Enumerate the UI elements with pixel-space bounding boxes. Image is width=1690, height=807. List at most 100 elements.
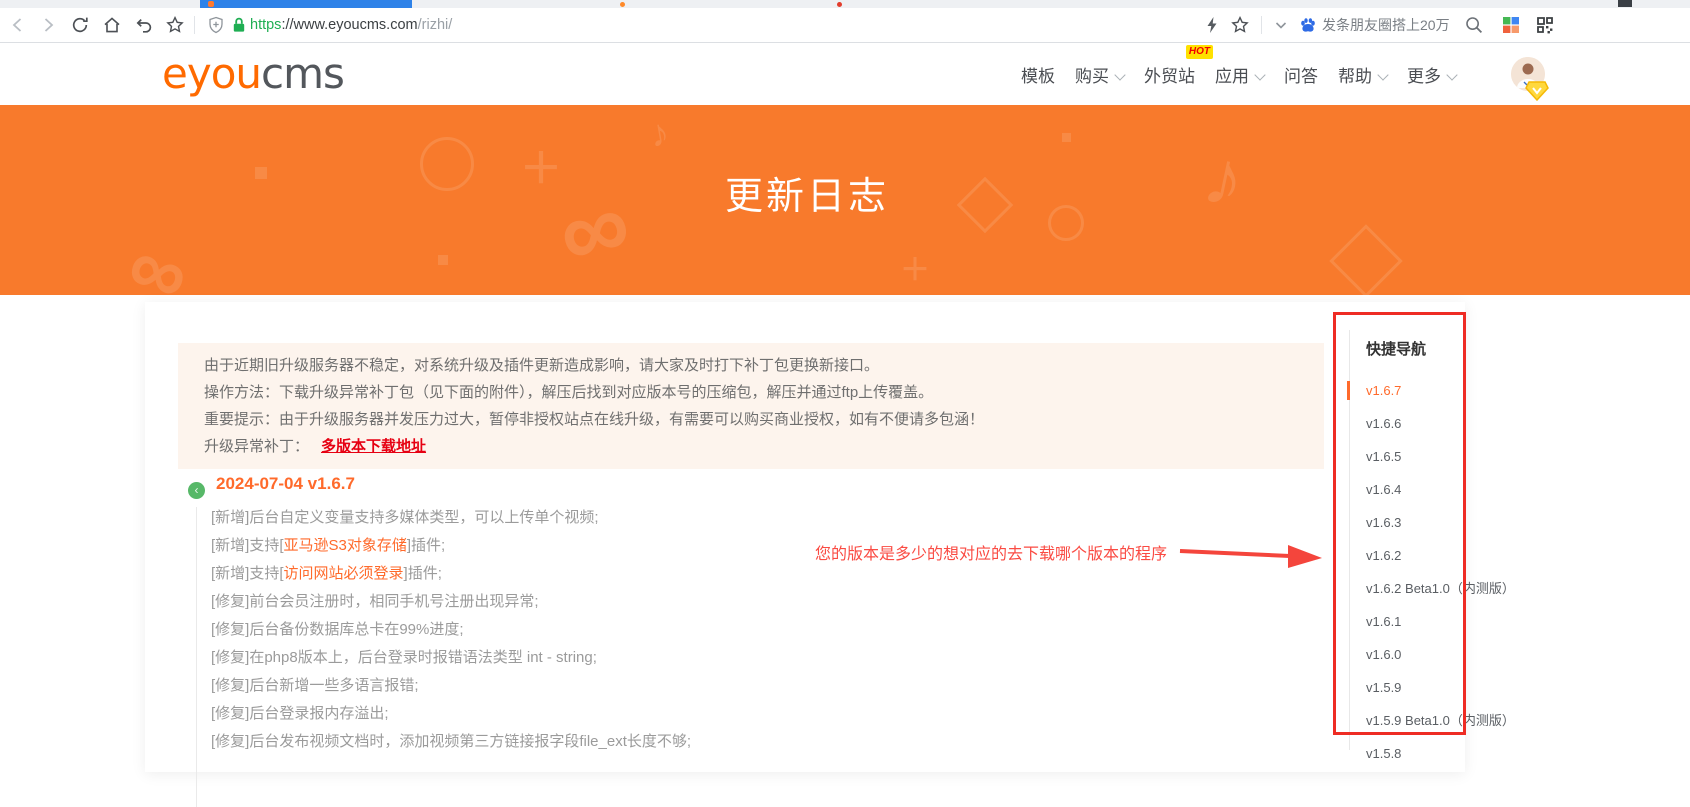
active-marker xyxy=(1347,381,1350,400)
forward-icon[interactable] xyxy=(38,15,58,35)
logo-text-orange: eyou xyxy=(162,49,262,98)
site-logo[interactable]: eyoucms xyxy=(162,49,345,98)
content-card: 由于近期旧升级服务器不稳定，对系统升级及插件更新造成影响，请大家及时打下补丁包更… xyxy=(145,302,1465,807)
annotation-arrow-icon xyxy=(1179,545,1322,568)
nav-label: 应用 xyxy=(1215,66,1249,86)
version-link-v162-beta[interactable]: v1.6.2 Beta1.0（内测版） xyxy=(1366,572,1515,605)
tab-favicon-icon xyxy=(208,1,214,7)
refresh-icon[interactable] xyxy=(70,15,90,35)
url-scheme: https xyxy=(250,17,282,33)
tab-favicon-icon xyxy=(837,2,842,7)
nav-label: 帮助 xyxy=(1338,66,1372,86)
url-text[interactable]: https://www.eyoucms.com/rizhi/ xyxy=(250,8,452,42)
notice-box: 由于近期旧升级服务器不稳定，对系统升级及插件更新造成影响，请大家及时打下补丁包更… xyxy=(178,343,1324,469)
tabstrip-menu-icon xyxy=(1618,0,1632,7)
nav-label: 模板 xyxy=(1021,66,1055,86)
nav-item-more[interactable]: 更多 xyxy=(1405,58,1458,91)
home-icon[interactable] xyxy=(102,15,122,35)
banner-pattern-icon: ＋ xyxy=(900,254,930,287)
banner-pattern-icon: ∞ xyxy=(117,219,200,295)
browser-tab-strip xyxy=(0,0,1690,8)
chevron-down-icon[interactable] xyxy=(1271,15,1291,35)
version-link-v165[interactable]: v1.6.5 xyxy=(1366,440,1515,473)
changelog-item: [新增]支持[访问网站必须登录]插件; xyxy=(211,565,442,582)
nav-item-buy[interactable]: 购买 xyxy=(1073,58,1126,91)
version-link-v167[interactable]: v1.6.7 xyxy=(1347,374,1515,407)
apps-grid-icon[interactable] xyxy=(1501,15,1521,35)
changelog-list: [新增]后台自定义变量支持多媒体类型，可以上传单个视频; [新增]支持[亚马逊S… xyxy=(211,504,691,756)
changelog-item: [新增]支持[亚马逊S3对象存储]插件; xyxy=(211,537,446,554)
notice-line: 重要提示：由于升级服务器并发压力过大，暂停非授权站点在线升级，有需要可以购买商业… xyxy=(204,411,985,428)
notice-line: 升级异常补丁： 多版本下载地址 xyxy=(204,433,1298,460)
chevron-down-icon xyxy=(1254,68,1266,81)
url-host: ://www.eyoucms.com xyxy=(281,17,418,33)
main-nav: 模板 购买 外贸站 HOT 应用 问答 帮助 更多 xyxy=(1019,43,1458,105)
toolbar-divider xyxy=(1261,16,1262,34)
notice-line: 操作方法：下载升级异常补丁包（见下面的附件），解压后找到对应版本号的压缩包，解压… xyxy=(204,384,934,401)
chevron-down-icon xyxy=(1377,68,1389,81)
banner-pattern-icon: ♪ xyxy=(646,111,673,157)
site-header: eyoucms 模板 购买 外贸站 HOT 应用 问答 帮助 更多 xyxy=(0,43,1690,105)
shield-permissions-icon[interactable] xyxy=(206,15,226,35)
collapse-glyph: ‹ xyxy=(194,483,199,497)
https-lock-icon[interactable] xyxy=(229,15,249,35)
changelog-item: [修复]后台新增一些多语言报错; xyxy=(211,677,419,694)
nav-label: 购买 xyxy=(1075,66,1109,86)
flash-icon[interactable] xyxy=(1202,15,1222,35)
banner-pattern-icon xyxy=(1062,133,1071,142)
active-tab[interactable] xyxy=(200,0,412,8)
notice-line: 由于近期旧升级服务器不稳定，对系统升级及插件更新造成影响，请大家及时打下补丁包更… xyxy=(204,357,880,374)
multi-version-download-link[interactable]: 多版本下载地址 xyxy=(321,438,426,455)
changelog-item: [修复]后台发布视频文档时，添加视频第三方链接报字段file_ext长度不够; xyxy=(211,733,692,750)
version-link-v159-beta[interactable]: v1.5.9 Beta1.0（内测版） xyxy=(1366,704,1515,737)
hot-badge: HOT xyxy=(1185,44,1213,59)
version-link-v160[interactable]: v1.6.0 xyxy=(1366,638,1515,671)
search-suggestion-text[interactable]: 发条朋友圈搭上20万 xyxy=(1322,8,1450,42)
nav-item-templates[interactable]: 模板 xyxy=(1019,58,1057,91)
logo-text-gray: cms xyxy=(261,49,345,98)
annotation-text: 您的版本是多少的想对应的去下载哪个版本的程序 xyxy=(815,546,1168,563)
version-link-v163[interactable]: v1.6.3 xyxy=(1366,506,1515,539)
nav-label: 更多 xyxy=(1407,66,1441,86)
patch-label: 升级异常补丁： xyxy=(204,438,310,455)
changelog-item: [修复]在php8版本上，后台登录时报错语法类型 int - string; xyxy=(211,649,597,666)
page-title: 更新日志 xyxy=(724,176,889,218)
version-list: v1.6.7 v1.6.6 v1.6.5 v1.6.4 v1.6.3 v1.6.… xyxy=(1347,374,1515,770)
changelog-item: [修复]后台登录报内存溢出; xyxy=(211,705,389,722)
quick-nav-title: 快捷导航 xyxy=(1366,341,1427,358)
favorite-star-icon[interactable] xyxy=(1230,15,1250,35)
search-icon[interactable] xyxy=(1464,15,1484,35)
banner-pattern-icon xyxy=(1329,224,1403,295)
nav-item-qa[interactable]: 问答 xyxy=(1282,58,1320,91)
tab-favicon-icon xyxy=(620,2,625,7)
nav-label: 外贸站 xyxy=(1144,66,1195,86)
chevron-down-icon xyxy=(1114,68,1126,81)
hero-banner: ∞ ♪ ＋ ＋ ♪ ∞ 更新日志 xyxy=(0,105,1690,295)
vip-gem-icon xyxy=(1525,81,1549,101)
version-link-v159[interactable]: v1.5.9 xyxy=(1366,671,1515,704)
back-icon[interactable] xyxy=(8,15,28,35)
browser-toolbar: https://www.eyoucms.com/rizhi/ 发条朋友圈搭上20… xyxy=(0,8,1690,43)
version-link-v166[interactable]: v1.6.6 xyxy=(1366,407,1515,440)
nav-item-apps[interactable]: 应用 xyxy=(1213,58,1266,91)
toolbar-divider xyxy=(194,16,195,34)
version-link-v161[interactable]: v1.6.1 xyxy=(1366,605,1515,638)
nav-label: 问答 xyxy=(1284,66,1318,86)
changelog-item: [修复]后台备份数据库总卡在99%进度; xyxy=(211,621,464,638)
nav-item-help[interactable]: 帮助 xyxy=(1336,58,1389,91)
changelog-item: [新增]后台自定义变量支持多媒体类型，可以上传单个视频; xyxy=(211,509,599,526)
qr-code-icon[interactable] xyxy=(1535,15,1555,35)
banner-pattern-icon xyxy=(438,255,448,265)
version-link-v162[interactable]: v1.6.2 xyxy=(1366,539,1515,572)
version-link-v164[interactable]: v1.6.4 xyxy=(1366,473,1515,506)
version-link-v158[interactable]: v1.5.8 xyxy=(1366,737,1515,770)
url-path: /rizhi/ xyxy=(417,17,453,33)
nav-item-foreign-trade[interactable]: 外贸站 HOT xyxy=(1142,44,1213,91)
baidu-paw-icon xyxy=(1301,18,1315,32)
changelog-heading: 2024-07-04 v1.6.7 xyxy=(216,474,355,493)
chevron-down-icon xyxy=(1446,68,1458,81)
bookmark-star-icon[interactable] xyxy=(165,15,185,35)
changelog-item: [修复]前台会员注册时，相同手机号注册出现异常; xyxy=(211,593,539,610)
collapse-toggle-icon[interactable]: ‹ xyxy=(188,482,205,499)
undo-icon[interactable] xyxy=(134,15,154,35)
